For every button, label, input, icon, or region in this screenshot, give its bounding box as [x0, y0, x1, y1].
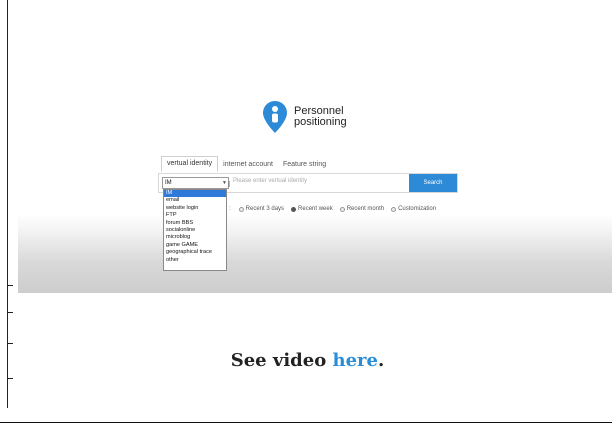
caption-suffix: . [377, 350, 385, 371]
search-tabs: vertual identity internet account Featur… [161, 156, 331, 172]
identity-type-value: IM [165, 180, 172, 186]
left-tick-mark [7, 378, 13, 379]
dropdown-option-ftp[interactable]: FTP [164, 212, 226, 219]
tab-internet-account[interactable]: internet account [218, 158, 278, 172]
search-input[interactable]: Please enter vertual identity [233, 178, 403, 184]
dropdown-option-geographical-trace[interactable]: geographical trace [164, 249, 226, 256]
brand-title-line2: positioning [294, 116, 347, 128]
radio-checked-icon [291, 206, 297, 212]
dropdown-option-forum-bbs[interactable]: forum BBS [164, 220, 226, 227]
brand-logo: Personnel positioning [262, 100, 347, 134]
caption-prefix: See video [230, 350, 333, 371]
video-link[interactable]: here [333, 350, 378, 371]
tab-vertual-identity[interactable]: vertual identity [161, 156, 219, 172]
dropdown-option-im[interactable]: IM [164, 190, 226, 198]
radio-customization[interactable]: Customization [391, 206, 436, 212]
video-preview-screenshot[interactable]: Personnel positioning vertual identity i… [18, 0, 612, 293]
radio-circle-icon [238, 206, 244, 212]
dropdown-option-other[interactable]: other [164, 257, 226, 264]
radio-label: Recent week [298, 206, 333, 212]
dropdown-option-game[interactable]: game GAME [164, 242, 226, 249]
left-tick-mark [7, 285, 13, 286]
radio-circle-icon [339, 206, 345, 212]
dropdown-option-socialonline[interactable]: socialonline [164, 227, 226, 234]
dropdown-option-website-login[interactable]: website login [164, 205, 226, 212]
chevron-down-icon: ▼ [222, 180, 227, 186]
radio-label: Customization [398, 206, 437, 212]
dropdown-option-microblog[interactable]: microblog [164, 234, 226, 241]
identity-type-dropdown: IM email website login FTP forum BBS soc… [163, 189, 227, 271]
video-caption: See video here. [0, 350, 615, 371]
brand-title: Personnel positioning [294, 106, 347, 128]
radio-recent-week[interactable]: Recent week [291, 206, 333, 212]
radio-recent-month[interactable]: Recent month [339, 206, 385, 212]
tab-feature-string[interactable]: Feature string [278, 158, 331, 172]
radio-circle-icon [391, 206, 397, 212]
identity-type-select[interactable]: IM ▼ [162, 177, 229, 189]
location-pin-person-icon [263, 101, 287, 133]
time-filter-label: : [229, 206, 231, 212]
radio-label: Recent 3 days [245, 206, 285, 212]
left-tick-mark [7, 343, 13, 344]
text-cursor-icon: I [228, 180, 231, 189]
time-filter: : Recent 3 days Recent week Recent month… [229, 206, 443, 212]
search-button[interactable]: Search [409, 174, 457, 192]
left-tick-mark [7, 312, 13, 313]
radio-recent-3-days[interactable]: Recent 3 days [238, 206, 285, 212]
left-border-line [7, 0, 8, 408]
dropdown-option-email[interactable]: email [164, 197, 226, 204]
radio-label: Recent month [346, 206, 385, 212]
